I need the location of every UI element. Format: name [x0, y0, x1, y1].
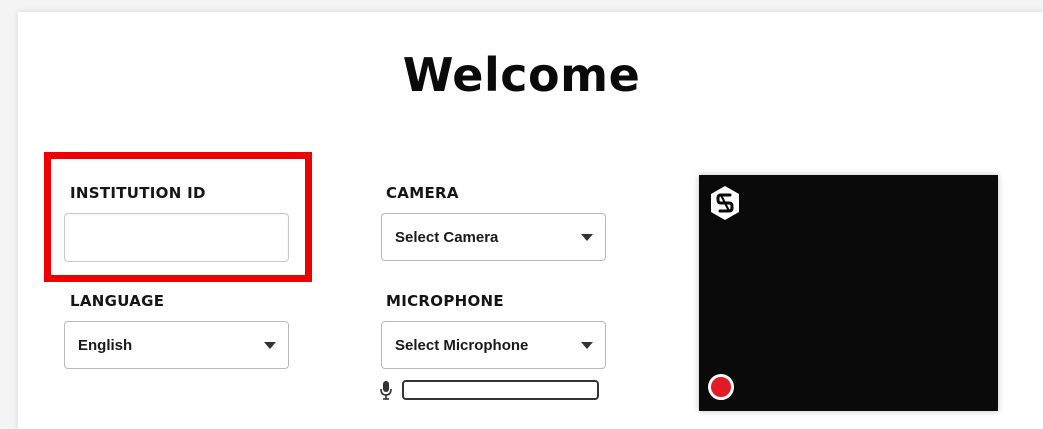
- language-select-value: English: [78, 336, 133, 354]
- microphone-select[interactable]: Select Microphone: [381, 321, 606, 369]
- page-title: Welcome: [402, 48, 641, 102]
- chevron-down-icon: [264, 342, 276, 349]
- microphone-label: MICROPHONE: [386, 292, 504, 310]
- institution-id-highlight: [44, 152, 312, 282]
- chevron-down-icon: [581, 342, 593, 349]
- microphone-icon: [380, 381, 392, 400]
- camera-select[interactable]: Select Camera: [381, 213, 606, 261]
- camera-preview: [699, 175, 998, 411]
- chevron-down-icon: [581, 234, 593, 241]
- camera-label: CAMERA: [386, 184, 459, 202]
- record-dot-icon[interactable]: [708, 374, 734, 400]
- camera-select-value: Select Camera: [395, 228, 499, 246]
- brand-logo-icon: [711, 186, 739, 220]
- microphone-select-value: Select Microphone: [395, 336, 529, 354]
- language-select[interactable]: English: [64, 321, 289, 369]
- language-label: LANGUAGE: [70, 292, 165, 310]
- microphone-level-meter: [402, 380, 599, 400]
